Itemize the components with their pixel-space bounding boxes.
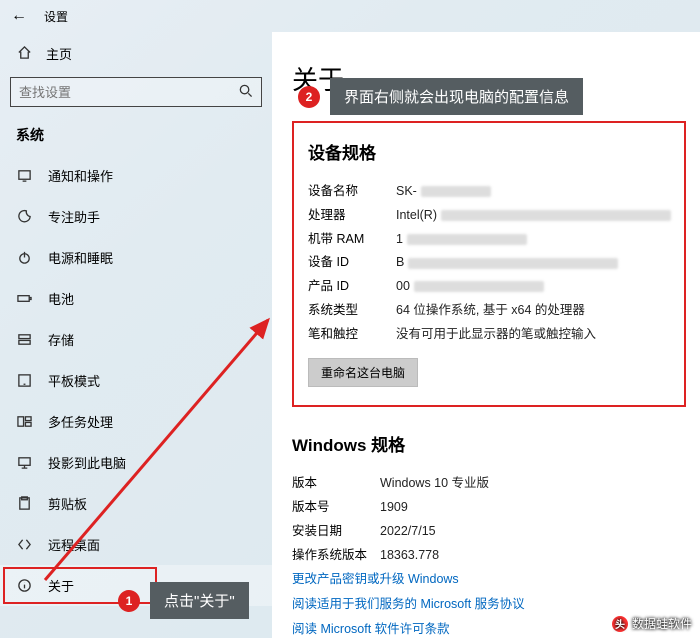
watermark-icon: 头 xyxy=(612,616,628,632)
info-icon xyxy=(16,578,32,594)
step-badge: 1 xyxy=(118,590,140,612)
winspec-row-edition: 版本 Windows 10 专业版 xyxy=(292,472,686,496)
sidebar-item-tablet[interactable]: 平板模式 xyxy=(0,360,272,401)
sidebar-item-battery[interactable]: 电池 xyxy=(0,278,272,319)
search-box[interactable] xyxy=(10,77,262,107)
winspec-row-build: 操作系统版本 18363.778 xyxy=(292,544,686,568)
search-input[interactable] xyxy=(19,85,238,100)
winspec-row-version: 版本号 1909 xyxy=(292,496,686,520)
annotation-step-1: 1 点击"关于" xyxy=(118,582,249,619)
clipboard-icon xyxy=(16,496,32,512)
window-title: 设置 xyxy=(44,8,68,25)
sidebar-item-notifications[interactable]: 通知和操作 xyxy=(0,155,272,196)
sidebar-item-project[interactable]: 投影到此电脑 xyxy=(0,442,272,483)
annotation-step-2: 2 界面右侧就会出现电脑的配置信息 xyxy=(298,78,583,115)
sidebar-item-label: 电源和睡眠 xyxy=(48,248,113,267)
sidebar-item-label: 投影到此电脑 xyxy=(48,453,126,472)
sidebar-item-remote[interactable]: 远程桌面 xyxy=(0,524,272,565)
storage-icon xyxy=(16,332,32,348)
spec-row-productid: 产品 ID 00 xyxy=(308,275,670,299)
spec-row-deviceid: 设备 ID B xyxy=(308,251,670,275)
spec-row-systype: 系统类型 64 位操作系统, 基于 x64 的处理器 xyxy=(308,299,670,323)
sidebar-nav: 通知和操作 专注助手 电源和睡眠 电池 存储 xyxy=(0,155,272,606)
sidebar-home[interactable]: 主页 xyxy=(0,36,272,71)
sidebar-item-label: 存储 xyxy=(48,330,74,349)
winspec-row-install: 安装日期 2022/7/15 xyxy=(292,520,686,544)
notifications-icon xyxy=(16,168,32,184)
spec-row-devicename: 设备名称 SK- xyxy=(308,180,670,204)
multitask-icon xyxy=(16,414,32,430)
step-badge: 2 xyxy=(298,86,320,108)
sidebar-item-power[interactable]: 电源和睡眠 xyxy=(0,237,272,278)
windows-spec-title: Windows 规格 xyxy=(292,431,686,456)
sidebar: 主页 系统 通知和操作 专注助手 xyxy=(0,32,272,638)
focus-icon xyxy=(16,209,32,225)
sidebar-item-label: 平板模式 xyxy=(48,371,100,390)
project-icon xyxy=(16,455,32,471)
sidebar-item-label: 剪贴板 xyxy=(48,494,87,513)
sidebar-item-label: 专注助手 xyxy=(48,207,100,226)
sidebar-item-clipboard[interactable]: 剪贴板 xyxy=(0,483,272,524)
sidebar-item-multitask[interactable]: 多任务处理 xyxy=(0,401,272,442)
content-pane: 关于 设备规格 设备名称 SK- 处理器 Intel(R) 机带 RAM 1 设… xyxy=(272,32,700,638)
link-change-key[interactable]: 更改产品密钥或升级 Windows xyxy=(292,567,686,592)
rename-pc-button[interactable]: 重命名这台电脑 xyxy=(308,358,418,387)
main-area: 主页 系统 通知和操作 专注助手 xyxy=(0,32,700,638)
sidebar-item-label: 远程桌面 xyxy=(48,535,100,554)
sidebar-item-storage[interactable]: 存储 xyxy=(0,319,272,360)
search-icon xyxy=(238,83,253,101)
sidebar-home-label: 主页 xyxy=(46,44,72,63)
power-icon xyxy=(16,250,32,266)
sidebar-section-title: 系统 xyxy=(0,117,272,155)
sidebar-item-label: 电池 xyxy=(48,289,74,308)
sidebar-item-focus[interactable]: 专注助手 xyxy=(0,196,272,237)
annotation-text: 界面右侧就会出现电脑的配置信息 xyxy=(330,78,583,115)
back-icon[interactable]: ← xyxy=(10,7,28,25)
remote-icon xyxy=(16,537,32,553)
sidebar-item-label: 关于 xyxy=(48,576,74,595)
device-spec-box: 设备规格 设备名称 SK- 处理器 Intel(R) 机带 RAM 1 设备 I… xyxy=(292,121,686,407)
link-services-agreement[interactable]: 阅读适用于我们服务的 Microsoft 服务协议 xyxy=(292,592,686,617)
watermark-text: 数据蛙软件 xyxy=(632,615,692,632)
titlebar: ← 设置 xyxy=(0,0,700,32)
spec-row-ram: 机带 RAM 1 xyxy=(308,228,670,252)
tablet-icon xyxy=(16,373,32,389)
annotation-text: 点击"关于" xyxy=(150,582,249,619)
spec-row-cpu: 处理器 Intel(R) xyxy=(308,204,670,228)
device-spec-title: 设备规格 xyxy=(308,139,670,164)
battery-icon xyxy=(16,291,32,307)
watermark: 头 数据蛙软件 xyxy=(612,615,692,632)
sidebar-item-label: 通知和操作 xyxy=(48,166,113,185)
windows-spec-section: Windows 规格 版本 Windows 10 专业版 版本号 1909 安装… xyxy=(292,431,686,638)
spec-row-pentouch: 笔和触控 没有可用于此显示器的笔或触控输入 xyxy=(308,323,670,347)
home-icon xyxy=(16,45,32,63)
sidebar-item-label: 多任务处理 xyxy=(48,412,113,431)
